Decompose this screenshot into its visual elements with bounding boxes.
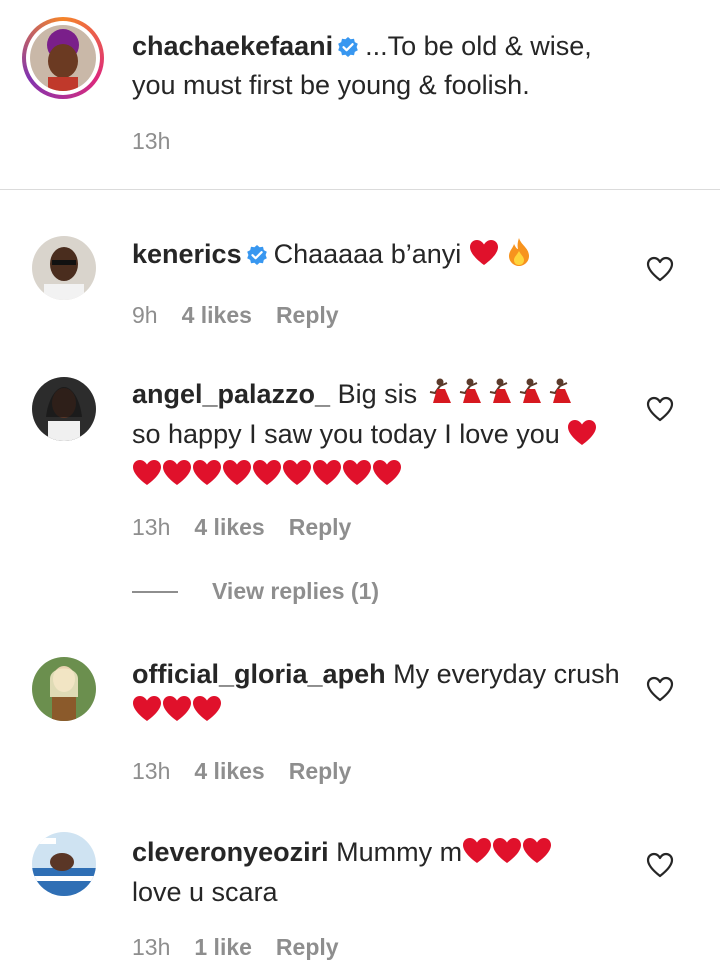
comment-meta: 9h 4 likes Reply xyxy=(132,302,363,329)
dancer-emoji-icon xyxy=(425,377,455,416)
comment-meta: 13h 1 like Reply xyxy=(132,934,363,961)
heart-emoji-icon xyxy=(312,459,342,496)
avatar[interactable] xyxy=(32,377,96,441)
comment-body: so happy I saw you today I love you xyxy=(132,419,560,449)
reply-button[interactable]: Reply xyxy=(276,302,339,328)
dancer-emoji-icon xyxy=(455,377,485,416)
avatar[interactable] xyxy=(32,657,96,721)
heart-emoji-icon xyxy=(132,695,162,732)
comment-text: official_gloria_apeh My everyday crush xyxy=(132,656,637,732)
comment-username[interactable]: cleveronyeoziri xyxy=(132,837,329,867)
caption-meta: 13h xyxy=(132,128,194,155)
caption-text: chachaekefaani ...To be old & wise, you m… xyxy=(132,28,637,103)
comment-body: Mummy m xyxy=(336,837,463,867)
dancer-emoji-icon xyxy=(515,377,545,416)
comment-time: 13h xyxy=(132,758,171,784)
reply-button[interactable]: Reply xyxy=(276,934,339,960)
likes-count[interactable]: 4 likes xyxy=(194,514,264,540)
fire-emoji-icon xyxy=(506,237,532,276)
comment-text: angel_palazzo_ Big sis so happy I saw yo… xyxy=(132,376,637,496)
caption-username[interactable]: chachaekefaani xyxy=(132,31,333,61)
like-heart-icon[interactable] xyxy=(646,256,674,282)
like-heart-icon[interactable] xyxy=(646,852,674,878)
heart-emoji-icon xyxy=(469,239,499,276)
story-ring[interactable] xyxy=(22,17,104,99)
view-replies-label[interactable]: View replies (1) xyxy=(212,578,379,605)
heart-emoji-icon xyxy=(342,459,372,496)
dancer-emoji-icon xyxy=(485,377,515,416)
caption-time: 13h xyxy=(132,128,171,154)
heart-emoji-icon xyxy=(522,837,552,874)
heart-emoji-icon xyxy=(462,837,492,874)
comment-body: My everyday crush xyxy=(393,659,620,689)
avatar[interactable] xyxy=(32,236,96,300)
comment-time: 13h xyxy=(132,934,171,960)
view-replies-button[interactable]: View replies (1) xyxy=(132,578,379,605)
comment-text: cleveronyeoziri Mummy m love u scara xyxy=(132,834,637,910)
likes-count[interactable]: 4 likes xyxy=(182,302,252,328)
reply-button[interactable]: Reply xyxy=(289,758,352,784)
reply-button[interactable]: Reply xyxy=(289,514,352,540)
avatar[interactable] xyxy=(30,25,96,91)
comment-meta: 13h 4 likes Reply xyxy=(132,514,375,541)
like-heart-icon[interactable] xyxy=(646,676,674,702)
view-replies-divider xyxy=(132,590,178,593)
likes-count[interactable]: 1 like xyxy=(194,934,252,960)
heart-emoji-icon xyxy=(132,459,162,496)
heart-emoji-icon xyxy=(567,419,597,456)
heart-emoji-icon xyxy=(162,459,192,496)
comment-meta: 13h 4 likes Reply xyxy=(132,758,375,785)
heart-emoji-icon xyxy=(162,695,192,732)
heart-emoji-icon xyxy=(252,459,282,496)
avatar[interactable] xyxy=(32,832,96,896)
heart-emoji-icon xyxy=(222,459,252,496)
comment-time: 13h xyxy=(132,514,171,540)
post-caption: chachaekefaani ...To be old & wise, you m… xyxy=(0,0,720,190)
comment-username[interactable]: kenerics xyxy=(132,239,242,269)
comment-username[interactable]: official_gloria_apeh xyxy=(132,659,386,689)
verified-badge-icon xyxy=(246,239,268,275)
dancer-emoji-icon xyxy=(545,377,575,416)
comment-body: Chaaaaa b’anyi xyxy=(273,239,462,269)
heart-emoji-icon xyxy=(282,459,312,496)
like-heart-icon[interactable] xyxy=(646,396,674,422)
heart-emoji-icon xyxy=(492,837,522,874)
comment-time: 9h xyxy=(132,302,158,328)
comment-text: kenerics Chaaaaa b’anyi xyxy=(132,236,637,276)
comment-body: love u scara xyxy=(132,877,278,907)
likes-count[interactable]: 4 likes xyxy=(194,758,264,784)
heart-emoji-icon xyxy=(192,459,222,496)
heart-emoji-icon xyxy=(192,695,222,732)
comment-username[interactable]: angel_palazzo_ xyxy=(132,379,330,409)
verified-badge-icon xyxy=(337,31,359,67)
comment-body: Big sis xyxy=(337,379,418,409)
heart-emoji-icon xyxy=(372,459,402,496)
